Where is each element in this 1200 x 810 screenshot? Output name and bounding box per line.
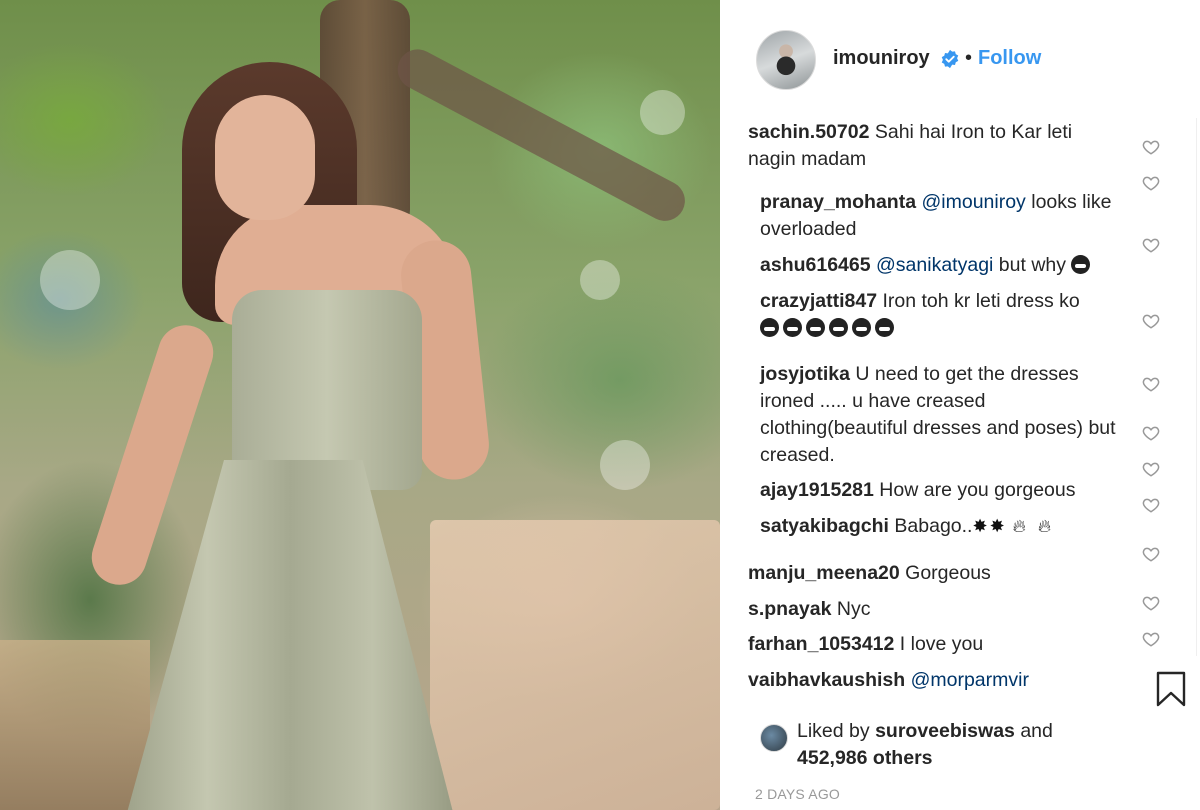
author-avatar[interactable]	[756, 30, 816, 90]
photo-dress-skirt	[125, 460, 455, 810]
post-header: imouniroy • Follow	[720, 0, 1200, 118]
fire-emoji-icon: 🔥︎	[1037, 516, 1052, 536]
header-separator: •	[965, 47, 973, 69]
comment-username[interactable]: ashu616465	[760, 254, 871, 276]
grin-emoji-icon	[783, 318, 802, 337]
comment-reply: crazyjatti847 Iron toh kr leti dress ko	[760, 288, 1122, 342]
liker-username[interactable]: suroveebiswas	[875, 720, 1015, 742]
heart-icon[interactable]	[1142, 375, 1160, 393]
comment-mention[interactable]: @sanikatyagi	[876, 254, 993, 276]
photo-branch	[390, 42, 692, 228]
comment-reply: satyakibagchi Babago..✸ ✸ 🔥︎ 🔥︎	[760, 513, 1122, 540]
comment-text: Gorgeous	[905, 562, 991, 584]
likes-summary: Liked by suroveebiswas and 452,986 other…	[797, 718, 1117, 772]
comment-username[interactable]: s.pnayak	[748, 598, 831, 620]
heart-icon[interactable]	[1142, 312, 1160, 330]
grin-emoji-icon	[829, 318, 848, 337]
comment-item: s.pnayak Nyc	[748, 596, 1118, 623]
fire-emoji-icon: 🔥︎	[1012, 516, 1026, 536]
comment-text: Nyc	[836, 598, 871, 620]
post-side-panel: imouniroy • Follow sachin.50702 Sahi hai…	[720, 0, 1200, 810]
likes-count[interactable]: 452,986 others	[797, 747, 933, 769]
comment-mention[interactable]: @imouniroy	[921, 191, 1025, 213]
comment-item: manju_meena20 Gorgeous	[748, 560, 1118, 587]
comment-text: Iron toh kr leti dress ko	[882, 290, 1080, 312]
comment-username[interactable]: farhan_1053412	[748, 633, 894, 655]
comment-username[interactable]: josyjotika	[760, 363, 850, 385]
comment-item: sachin.50702 Sahi hai Iron to Kar leti n…	[748, 119, 1118, 173]
post-timestamp[interactable]: 2 DAYS AGO	[755, 786, 840, 802]
comment-username[interactable]: manju_meena20	[748, 562, 900, 584]
grin-emoji-icon	[760, 318, 779, 337]
bookmark-icon[interactable]	[1156, 671, 1186, 707]
likes-and: and	[1020, 720, 1053, 742]
heart-icon[interactable]	[1142, 594, 1160, 612]
comment-text: How are you gorgeous	[879, 479, 1076, 501]
grin-emoji-icon	[852, 318, 871, 337]
comment-item: vaibhavkaushish @morparmvir	[748, 667, 1118, 694]
grin-emoji-icon	[875, 318, 894, 337]
photo-wall	[430, 520, 720, 810]
sparkle-emoji-icon: ✸	[989, 516, 1005, 536]
grin-emoji-icon	[1071, 255, 1091, 274]
photo-bokeh	[640, 90, 685, 135]
comment-text: I love you	[899, 633, 984, 655]
comment-text: Babago..	[894, 515, 973, 537]
grin-emoji-icon	[806, 318, 825, 337]
heart-icon[interactable]	[1142, 424, 1160, 442]
author-username[interactable]: imouniroy	[833, 47, 930, 70]
likes-prefix: Liked by	[797, 720, 870, 742]
comment-username[interactable]: crazyjatti847	[760, 290, 877, 312]
heart-icon[interactable]	[1142, 545, 1160, 563]
comment-username[interactable]: ajay1915281	[760, 479, 874, 501]
photo-railing	[0, 640, 150, 810]
comment-text: but why	[993, 254, 1066, 276]
comment-username[interactable]: satyakibagchi	[760, 515, 889, 537]
comment-reply: pranay_mohanta @imouniroy looks like ove…	[760, 189, 1122, 243]
post-photo[interactable]	[0, 0, 720, 810]
photo-bokeh	[600, 440, 650, 490]
heart-icon[interactable]	[1142, 174, 1160, 192]
comment-reply: ashu616465 @sanikatyagi but why	[760, 252, 1122, 279]
heart-icon[interactable]	[1142, 630, 1160, 648]
photo-bokeh	[40, 250, 100, 310]
photo-bokeh	[580, 260, 620, 300]
comment-username[interactable]: sachin.50702	[748, 121, 869, 143]
comment-mention[interactable]: @morparmvir	[911, 669, 1029, 691]
heart-icon[interactable]	[1142, 460, 1160, 478]
comment-item: farhan_1053412 I love you	[748, 631, 1118, 658]
photo-face	[215, 95, 315, 220]
heart-icon[interactable]	[1142, 496, 1160, 514]
comment-reply: ajay1915281 How are you gorgeous	[760, 477, 1122, 504]
liker-avatar[interactable]	[760, 724, 788, 752]
heart-icon[interactable]	[1142, 236, 1160, 254]
follow-button[interactable]: Follow	[978, 47, 1041, 70]
verified-badge-icon	[941, 49, 959, 69]
heart-icon[interactable]	[1142, 138, 1160, 156]
sparkle-emoji-icon: ✸	[972, 516, 988, 536]
comment-reply: josyjotika U need to get the dresses iro…	[760, 361, 1122, 469]
comment-username[interactable]: pranay_mohanta	[760, 191, 916, 213]
comments-list[interactable]: sachin.50702 Sahi hai Iron to Kar leti n…	[748, 118, 1148, 708]
comment-username[interactable]: vaibhavkaushish	[748, 669, 905, 691]
